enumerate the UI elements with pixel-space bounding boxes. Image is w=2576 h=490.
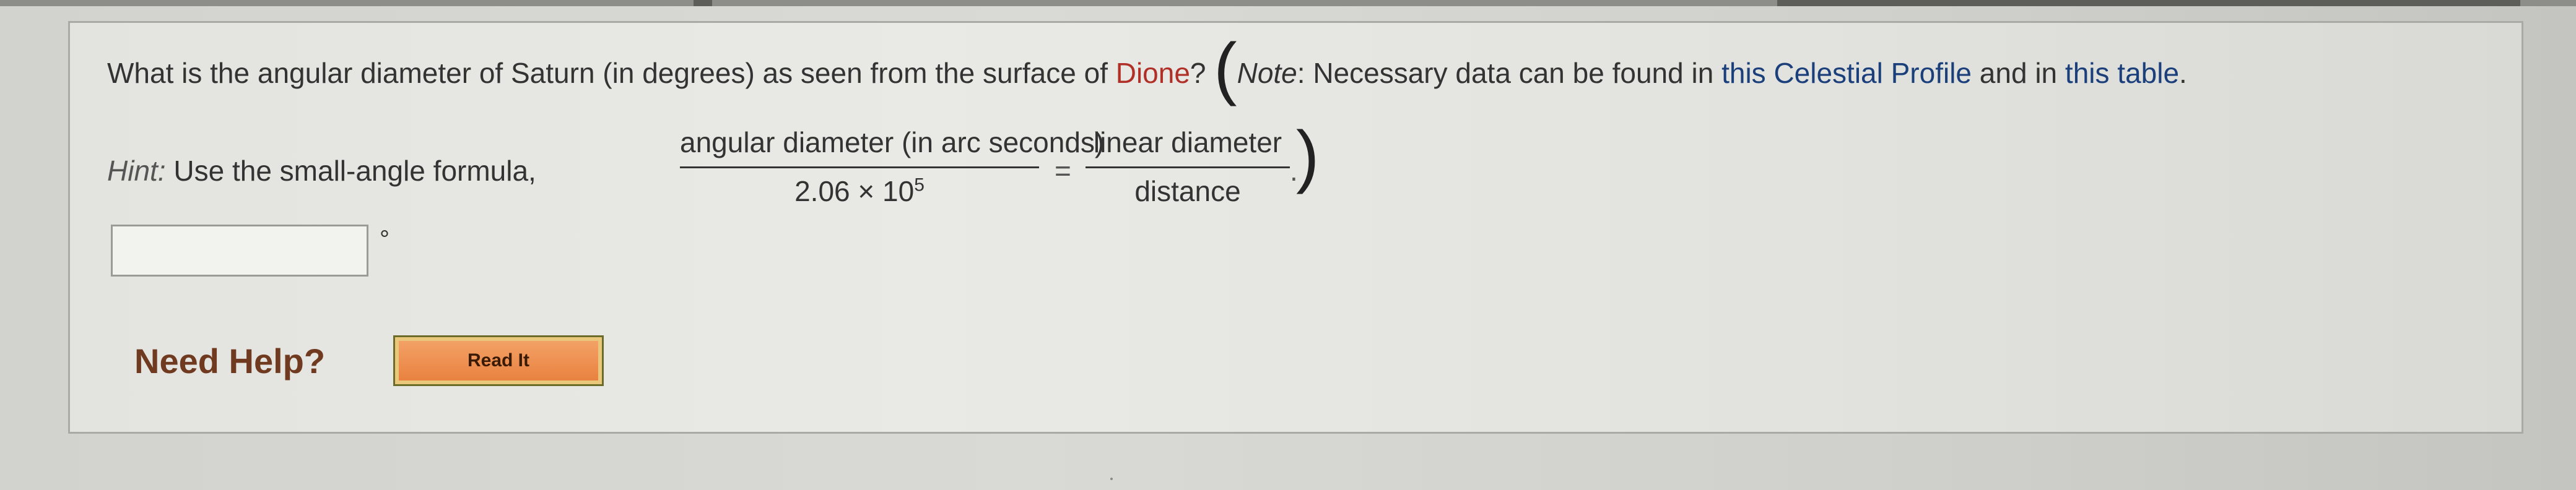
note-label: Note — [1237, 57, 1297, 89]
note-close-paren: ) — [1296, 117, 1320, 194]
left-denominator-exponent: 5 — [914, 174, 925, 196]
right-denominator: distance — [1134, 175, 1241, 207]
note-end: . — [2179, 57, 2187, 89]
question-panel: What is the angular diameter of Saturn (… — [68, 21, 2523, 480]
left-fraction: angular diameter (in arc seconds) 2.06 ×… — [680, 126, 1105, 208]
question-prefix: What is the angular diameter of Saturn (… — [107, 57, 1116, 89]
top-bar — [0, 0, 2576, 6]
left-denominator-base: 2.06 × 10 — [794, 175, 915, 207]
top-bar-segment — [1777, 0, 2520, 6]
hint-label: Hint: — [107, 155, 166, 187]
moon-name: Dione — [1115, 57, 1190, 89]
stray-dot — [1110, 478, 1113, 480]
celestial-profile-link[interactable]: this Celestial Profile — [1721, 57, 1972, 89]
read-it-label: Read It — [467, 350, 530, 371]
right-fraction: linear diameter distance — [1086, 126, 1290, 208]
read-it-button[interactable]: Read It — [393, 335, 604, 386]
right-fraction-bar — [1086, 166, 1290, 168]
data-table-link[interactable]: this table — [2065, 57, 2179, 89]
top-bar-segment — [694, 0, 712, 6]
left-fraction-bar — [680, 166, 1039, 168]
note-text-a: Necessary data can be found in — [1313, 57, 1722, 89]
screen: What is the angular diameter of Saturn (… — [0, 0, 2576, 490]
question-suffix: ? — [1190, 57, 1206, 89]
question-text: What is the angular diameter of Saturn (… — [107, 33, 2187, 103]
left-numerator: angular diameter (in arc seconds) — [680, 126, 1105, 158]
hint-text: Use the small-angle formula, — [165, 155, 536, 187]
equals-sign: = — [1055, 155, 1071, 187]
need-help-label: Need Help? — [134, 342, 326, 380]
left-denominator: 2.06 × 105 — [680, 174, 1039, 208]
note-open-paren: ( — [1214, 29, 1237, 106]
hint-intro: Hint: Use the small-angle formula, — [107, 154, 536, 187]
note-text-b: and in — [1972, 57, 2065, 89]
answer-input[interactable] — [111, 225, 368, 277]
degree-unit: ° — [380, 226, 389, 253]
note-separator: : — [1297, 57, 1313, 89]
right-numerator: linear diameter — [1093, 126, 1282, 158]
